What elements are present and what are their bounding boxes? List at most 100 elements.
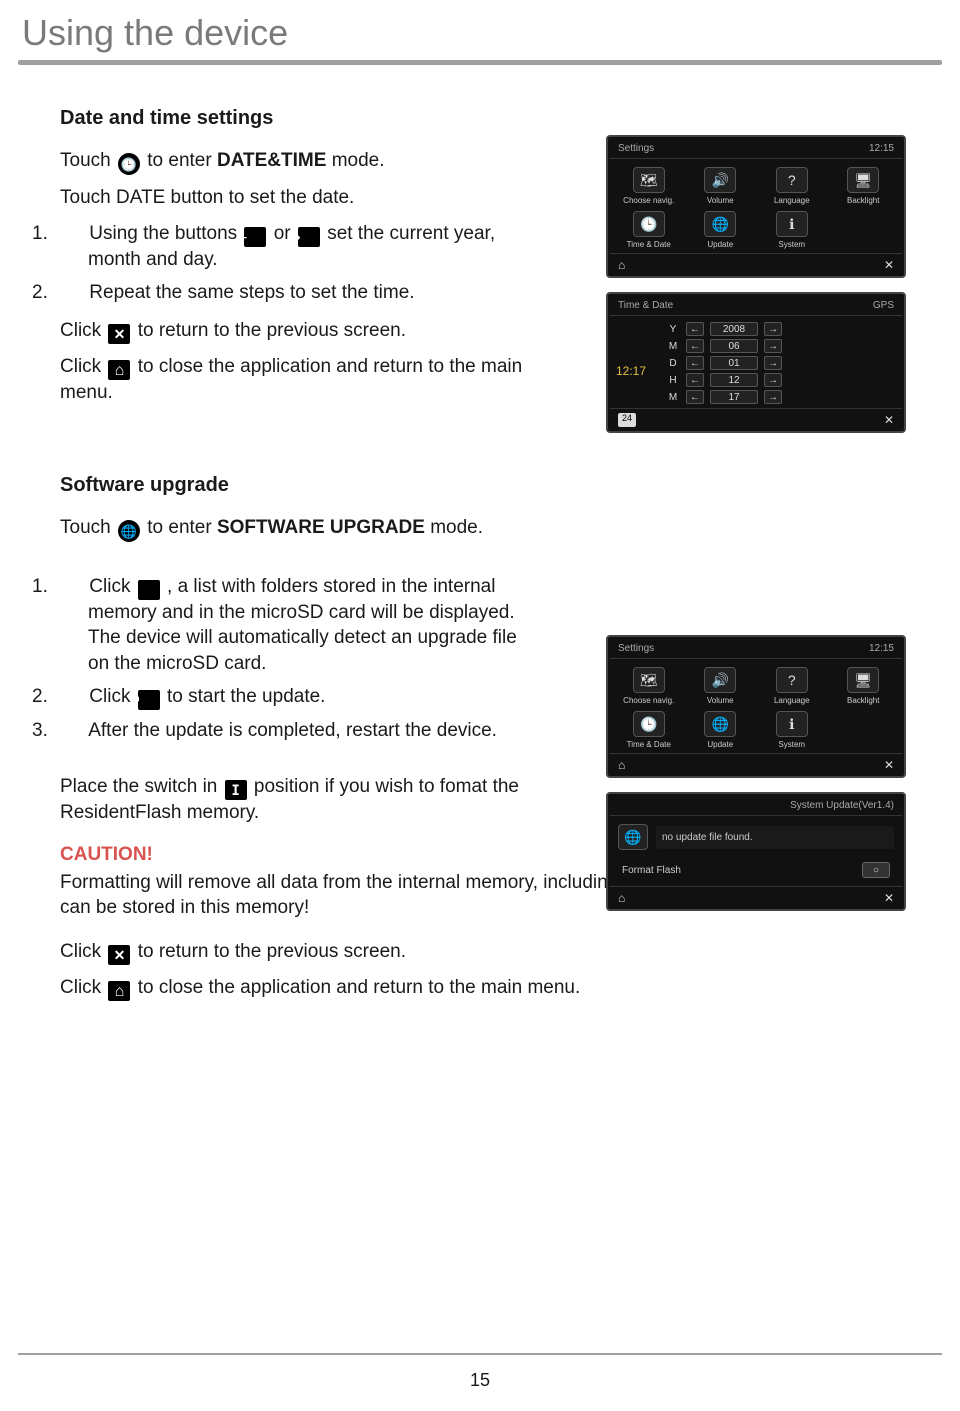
settings-glyph-icon: 🕒 bbox=[633, 211, 665, 237]
footer-divider bbox=[18, 1353, 942, 1355]
device-screenshot-timedate: Time & Date GPS 12:17 Y←2008→M←06→D←01→H… bbox=[606, 292, 906, 433]
text: Place the switch in bbox=[60, 776, 223, 797]
text: Using the buttons bbox=[89, 223, 242, 244]
mode-label: SOFTWARE UPGRADE bbox=[217, 517, 425, 538]
home-icon bbox=[108, 360, 130, 380]
settings-glyph-icon: 🌐 bbox=[704, 711, 736, 737]
update-icon bbox=[138, 690, 160, 710]
timedate-row: M ← 06 → bbox=[666, 339, 896, 353]
td-key: H bbox=[666, 375, 680, 386]
text: Touch bbox=[60, 517, 116, 538]
text: mode. bbox=[332, 150, 385, 171]
settings-icon-label: Update bbox=[707, 240, 733, 249]
arrow-left-icon: ← bbox=[686, 356, 704, 370]
home-icon bbox=[108, 981, 130, 1001]
td-value: 17 bbox=[710, 390, 758, 404]
settings-glyph-icon: ℹ bbox=[776, 211, 808, 237]
su-switch-line: Place the switch in position if you wish… bbox=[60, 774, 540, 826]
settings-icon-cell: ℹSystem bbox=[757, 209, 827, 251]
switch-icon bbox=[225, 780, 247, 800]
close-icon: ✕ bbox=[884, 891, 894, 905]
settings-glyph-icon: 🗺 bbox=[633, 167, 665, 193]
td-value: 01 bbox=[710, 356, 758, 370]
home-icon: ⌂ bbox=[618, 758, 625, 772]
settings-icon-cell: 🖥Backlight bbox=[829, 165, 899, 207]
text: to return to the previous screen. bbox=[138, 941, 406, 962]
text: mode. bbox=[430, 517, 483, 538]
settings-icon-label: Backlight bbox=[847, 196, 879, 205]
screen-time: 12:15 bbox=[869, 643, 894, 654]
text: to return to the previous screen. bbox=[138, 320, 406, 341]
arrow-right-icon bbox=[298, 227, 320, 247]
settings-icon-cell: 🖥 Backlight bbox=[829, 665, 899, 707]
settings-icon-label: Choose navig. bbox=[623, 696, 674, 705]
arrow-right-icon: → bbox=[764, 322, 782, 336]
gps-label: GPS bbox=[873, 300, 894, 311]
settings-icon-cell: 🔊Volume bbox=[686, 665, 756, 707]
device-screenshot-settings: Settings 12:15 🗺Choose navig.🔊Volume?Lan… bbox=[606, 135, 906, 278]
settings-icon-label: Time & Date bbox=[627, 740, 671, 749]
screen-title: Settings bbox=[618, 143, 654, 154]
text: After the update is completed, restart t… bbox=[88, 720, 497, 741]
text: Repeat the same steps to set the time. bbox=[89, 282, 414, 303]
settings-icon-cell: 🔊Volume bbox=[686, 165, 756, 207]
format-label: Format Flash bbox=[622, 865, 681, 876]
text: Touch bbox=[60, 150, 116, 171]
td-key: M bbox=[666, 392, 680, 403]
settings-glyph-icon: 🖥 bbox=[847, 667, 879, 693]
clock-display: 12:17 bbox=[616, 322, 660, 404]
arrow-right-icon: → bbox=[764, 373, 782, 387]
text: to close the application and return to t… bbox=[138, 977, 581, 998]
home-icon: ⌂ bbox=[618, 258, 625, 272]
settings-icon-label: Volume bbox=[707, 696, 734, 705]
mode-label: DATE&TIME bbox=[217, 150, 326, 171]
arrow-left-icon: ← bbox=[686, 322, 704, 336]
device-screenshot-settings-2: Settings 12:15 🗺 Choose navig. 🔊Volume? Lan… bbox=[606, 635, 906, 778]
globe-icon bbox=[118, 520, 140, 542]
dt-click-x: Click to return to the previous screen. bbox=[60, 318, 540, 344]
arrow-right-icon: → bbox=[764, 339, 782, 353]
arrow-left-icon: ← bbox=[686, 339, 704, 353]
home-icon: ⌂ bbox=[618, 891, 625, 905]
software-heading: Software upgrade bbox=[60, 474, 540, 497]
settings-icon-cell: ℹSystem bbox=[757, 709, 827, 751]
page-number: 15 bbox=[0, 1370, 960, 1391]
text: to enter bbox=[147, 517, 217, 538]
settings-glyph-icon: 🌐 bbox=[704, 211, 736, 237]
format-switch: ○ bbox=[862, 862, 890, 878]
screen-title: Time & Date bbox=[618, 300, 673, 311]
browse-icon bbox=[138, 580, 160, 600]
td-key: M bbox=[666, 341, 680, 352]
screen-time: 12:15 bbox=[869, 143, 894, 154]
clock-icon bbox=[118, 153, 140, 175]
arrow-left-icon: ← bbox=[686, 390, 704, 404]
settings-icon-label: Language bbox=[774, 196, 810, 205]
timedate-row: Y←2008→ bbox=[666, 322, 896, 336]
page-title: Using the device bbox=[0, 0, 960, 58]
su-click-x: Click to return to the previous screen. bbox=[60, 939, 900, 965]
screen-title: System Update(Ver1.4) bbox=[790, 800, 894, 811]
datetime-heading: Date and time settings bbox=[60, 107, 540, 130]
settings-icon-cell: 🗺Choose navig. bbox=[614, 165, 684, 207]
su-step-1: 1. Click , a list with folders stored in… bbox=[60, 574, 540, 677]
close-icon bbox=[108, 324, 130, 344]
text: Click bbox=[89, 576, 135, 597]
screen-title: Settings bbox=[618, 643, 654, 654]
td-value: 2008 bbox=[710, 322, 758, 336]
settings-icon-cell: 🌐 Update bbox=[686, 209, 756, 251]
settings-glyph-icon: ℹ bbox=[776, 711, 808, 737]
device-screenshot-update: System Update(Ver1.4) 🌐 no update file f… bbox=[606, 792, 906, 911]
settings-icon-label: Language bbox=[774, 696, 810, 705]
settings-icon-label: Update bbox=[707, 740, 733, 749]
settings-glyph-icon: 🕒 bbox=[633, 711, 665, 737]
settings-icon-label: Volume bbox=[707, 196, 734, 205]
timedate-row: H ← 12 → bbox=[666, 373, 896, 387]
settings-glyph-icon: 🗺 bbox=[633, 667, 665, 693]
td-value: 06 bbox=[710, 339, 758, 353]
td-value: 12 bbox=[710, 373, 758, 387]
settings-icon-label: Backlight bbox=[847, 696, 879, 705]
arrow-left-icon: ← bbox=[686, 373, 704, 387]
dt-touch-date: Touch DATE button to set the date. bbox=[60, 185, 540, 211]
settings-icon-cell: 🌐 Update bbox=[686, 709, 756, 751]
settings-glyph-icon: ? bbox=[776, 667, 808, 693]
